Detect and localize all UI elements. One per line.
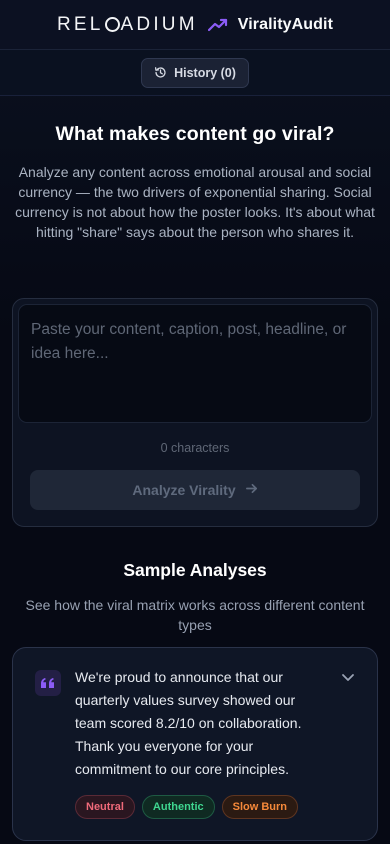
sample-analysis-card[interactable]: We're proud to announce that our quarter… [12,647,378,841]
tag-neutral: Neutral [75,795,135,819]
content-textarea[interactable]: Paste your content, caption, post, headl… [18,304,372,423]
app-header: REL ADIUM ViralityAudit [0,0,390,50]
samples-section: Sample Analyses See how the viral matrix… [0,560,390,635]
analyze-virality-button[interactable]: Analyze Virality [30,470,360,510]
samples-description: See how the viral matrix works across di… [25,597,365,633]
history-label: History (0) [174,65,236,80]
trending-up-icon [207,18,228,32]
tag-slow-burn: Slow Burn [221,795,299,819]
logo-o-circle [104,17,120,32]
character-count: 0 characters [160,441,230,455]
app-root: REL ADIUM ViralityAudit History (0) What … [0,0,390,844]
sample-tags: Neutral Authentic Slow Burn [75,795,299,819]
reloadium-logo[interactable]: REL ADIUM [57,14,198,36]
content-input-card: Paste your content, caption, post, headl… [12,298,378,527]
history-button[interactable]: History (0) [141,57,249,88]
hero-section: What makes content go viral? Analyze any… [0,96,390,242]
logo-text-right: ADIUM [120,13,198,35]
hero-description: Analyze any content across emotional aro… [15,164,375,240]
logo-text-left: REL [56,13,104,35]
quote-icon [35,670,61,696]
hero-title: What makes content go viral? [55,123,335,145]
arrow-right-icon [245,482,258,498]
product-name: ViralityAudit [237,15,334,33]
history-icon [154,66,167,79]
analyze-label: Analyze Virality [132,482,236,498]
history-bar: History (0) [0,50,390,96]
tag-authentic: Authentic [141,795,215,819]
chevron-down-icon[interactable] [341,670,355,684]
sample-content-text: We're proud to announce that our quarter… [75,669,302,777]
samples-title: Sample Analyses [123,560,267,580]
